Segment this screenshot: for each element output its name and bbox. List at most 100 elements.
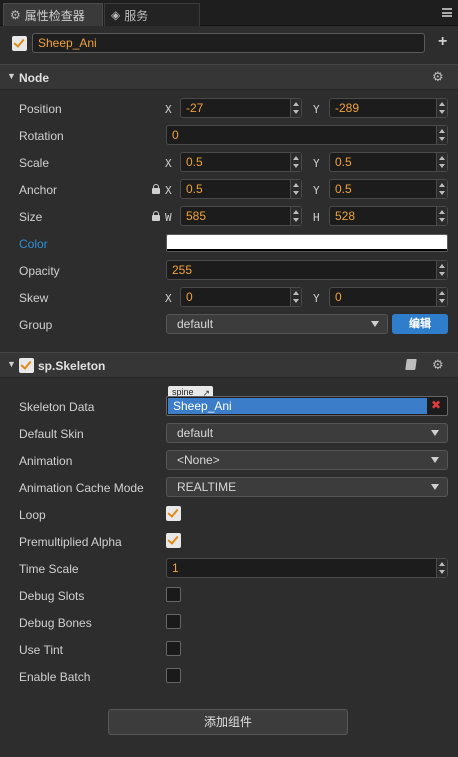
gear-icon[interactable]: ⚙ xyxy=(432,357,444,373)
skew-y-input[interactable]: 0 xyxy=(329,287,448,307)
skew-x-input[interactable]: 0 xyxy=(180,287,302,307)
scale-label: Scale xyxy=(19,156,50,170)
rotation-value: 0 xyxy=(172,128,179,142)
color-picker-field[interactable] xyxy=(166,234,448,252)
anchor-x-input[interactable]: 0.5 xyxy=(180,179,302,199)
default-skin-value: default xyxy=(177,426,214,440)
clear-icon[interactable]: ✖ xyxy=(431,398,441,412)
debug-slots-label: Debug Slots xyxy=(19,589,85,603)
stepper-icon[interactable] xyxy=(436,126,447,144)
node-section-title: Node xyxy=(19,71,49,85)
scale-x-value: 0.5 xyxy=(186,155,203,169)
panel-menu-icon[interactable] xyxy=(442,8,452,17)
skeleton-section-header[interactable]: ▼ sp.Skeleton ⚙ xyxy=(0,352,458,378)
stepper-icon[interactable] xyxy=(290,99,301,117)
position-label: Position xyxy=(19,102,62,116)
dropdown-arrow-icon xyxy=(431,484,439,490)
debug-slots-checkbox[interactable] xyxy=(166,587,181,602)
gear-icon[interactable]: ⚙ xyxy=(432,69,444,85)
skew-y-value: 0 xyxy=(335,290,342,304)
stepper-icon[interactable] xyxy=(436,261,447,279)
lock-icon[interactable] xyxy=(152,184,160,194)
stepper-icon[interactable] xyxy=(290,288,301,306)
premultiplied-alpha-checkbox[interactable] xyxy=(166,533,181,548)
add-icon[interactable]: + xyxy=(438,33,447,51)
scale-x-input[interactable]: 0.5 xyxy=(180,152,302,172)
animation-cache-mode-value: REALTIME xyxy=(177,480,237,494)
anchor-x-value: 0.5 xyxy=(186,182,203,196)
enable-batch-checkbox[interactable] xyxy=(166,668,181,683)
group-edit-button[interactable]: 编辑 xyxy=(392,314,448,334)
stepper-icon[interactable] xyxy=(436,288,447,306)
size-h-value: 528 xyxy=(335,209,356,223)
add-component-button[interactable]: 添加组件 xyxy=(108,709,348,735)
node-section-header[interactable]: ▼ Node ⚙ xyxy=(0,64,458,90)
use-tint-checkbox[interactable] xyxy=(166,641,181,656)
tab-inspector-label: 属性检查器 xyxy=(24,8,85,23)
position-x-input[interactable]: -27 xyxy=(180,98,302,118)
scale-y-input[interactable]: 0.5 xyxy=(329,152,448,172)
size-w-value: 585 xyxy=(186,209,207,223)
rotation-input[interactable]: 0 xyxy=(166,125,448,145)
skeleton-data-field[interactable]: Sheep_Ani ✖ xyxy=(166,396,448,416)
stepper-icon[interactable] xyxy=(436,180,447,198)
loop-checkbox[interactable] xyxy=(166,506,181,521)
collapse-arrow-icon[interactable]: ▼ xyxy=(7,359,16,369)
node-name-input[interactable]: Sheep_Ani xyxy=(32,33,425,53)
premultiplied-alpha-label: Premultiplied Alpha xyxy=(19,535,122,549)
anchor-y-input[interactable]: 0.5 xyxy=(329,179,448,199)
tab-services[interactable]: ◈ 服务 xyxy=(104,3,200,26)
opacity-value: 255 xyxy=(172,263,193,277)
group-select[interactable]: default xyxy=(166,314,388,334)
animation-label: Animation xyxy=(19,454,73,468)
stepper-icon[interactable] xyxy=(290,207,301,225)
stepper-icon[interactable] xyxy=(436,99,447,117)
loop-label: Loop xyxy=(19,508,46,522)
tab-services-label: 服务 xyxy=(124,8,149,23)
stepper-icon[interactable] xyxy=(290,180,301,198)
help-book-icon[interactable] xyxy=(405,359,417,370)
size-label: Size xyxy=(19,210,43,224)
stepper-icon[interactable] xyxy=(436,559,447,577)
anchor-y-value: 0.5 xyxy=(335,182,352,196)
anchor-label: Anchor xyxy=(19,183,58,197)
default-skin-select[interactable]: default xyxy=(166,423,448,443)
time-scale-input[interactable]: 1 xyxy=(166,558,448,578)
group-value: default xyxy=(177,317,214,331)
position-y-axis: Y xyxy=(313,103,320,116)
size-h-axis: H xyxy=(313,211,320,224)
use-tint-label: Use Tint xyxy=(19,643,64,657)
time-scale-value: 1 xyxy=(172,561,179,575)
stepper-icon[interactable] xyxy=(436,153,447,171)
scale-y-value: 0.5 xyxy=(335,155,352,169)
group-label: Group xyxy=(19,318,53,332)
anchor-x-axis: X xyxy=(165,184,172,197)
service-icon: ◈ xyxy=(111,8,121,22)
skew-x-axis: X xyxy=(165,292,172,305)
dropdown-arrow-icon xyxy=(371,321,379,327)
stepper-icon[interactable] xyxy=(290,153,301,171)
collapse-arrow-icon[interactable]: ▼ xyxy=(7,71,16,81)
stepper-icon[interactable] xyxy=(436,207,447,225)
skew-x-value: 0 xyxy=(186,290,193,304)
position-y-input[interactable]: -289 xyxy=(329,98,448,118)
animation-select[interactable]: <None> xyxy=(166,450,448,470)
dropdown-arrow-icon xyxy=(431,457,439,463)
size-h-input[interactable]: 528 xyxy=(329,206,448,226)
skeleton-enabled-checkbox[interactable] xyxy=(19,358,34,373)
animation-value: <None> xyxy=(177,453,220,467)
skeleton-data-value: Sheep_Ani xyxy=(168,398,427,414)
animation-cache-mode-select[interactable]: REALTIME xyxy=(166,477,448,497)
skew-y-axis: Y xyxy=(313,292,320,305)
animation-cache-mode-label: Animation Cache Mode xyxy=(19,481,144,495)
scale-y-axis: Y xyxy=(313,157,320,170)
enable-batch-label: Enable Batch xyxy=(19,670,91,684)
debug-bones-checkbox[interactable] xyxy=(166,614,181,629)
size-w-input[interactable]: 585 xyxy=(180,206,302,226)
tab-inspector[interactable]: ⚙ 属性检查器 xyxy=(3,3,103,26)
lock-icon[interactable] xyxy=(152,211,160,221)
gear-icon: ⚙ xyxy=(10,8,21,22)
node-active-checkbox[interactable] xyxy=(12,36,27,51)
position-x-value: -27 xyxy=(186,101,204,115)
opacity-input[interactable]: 255 xyxy=(166,260,448,280)
